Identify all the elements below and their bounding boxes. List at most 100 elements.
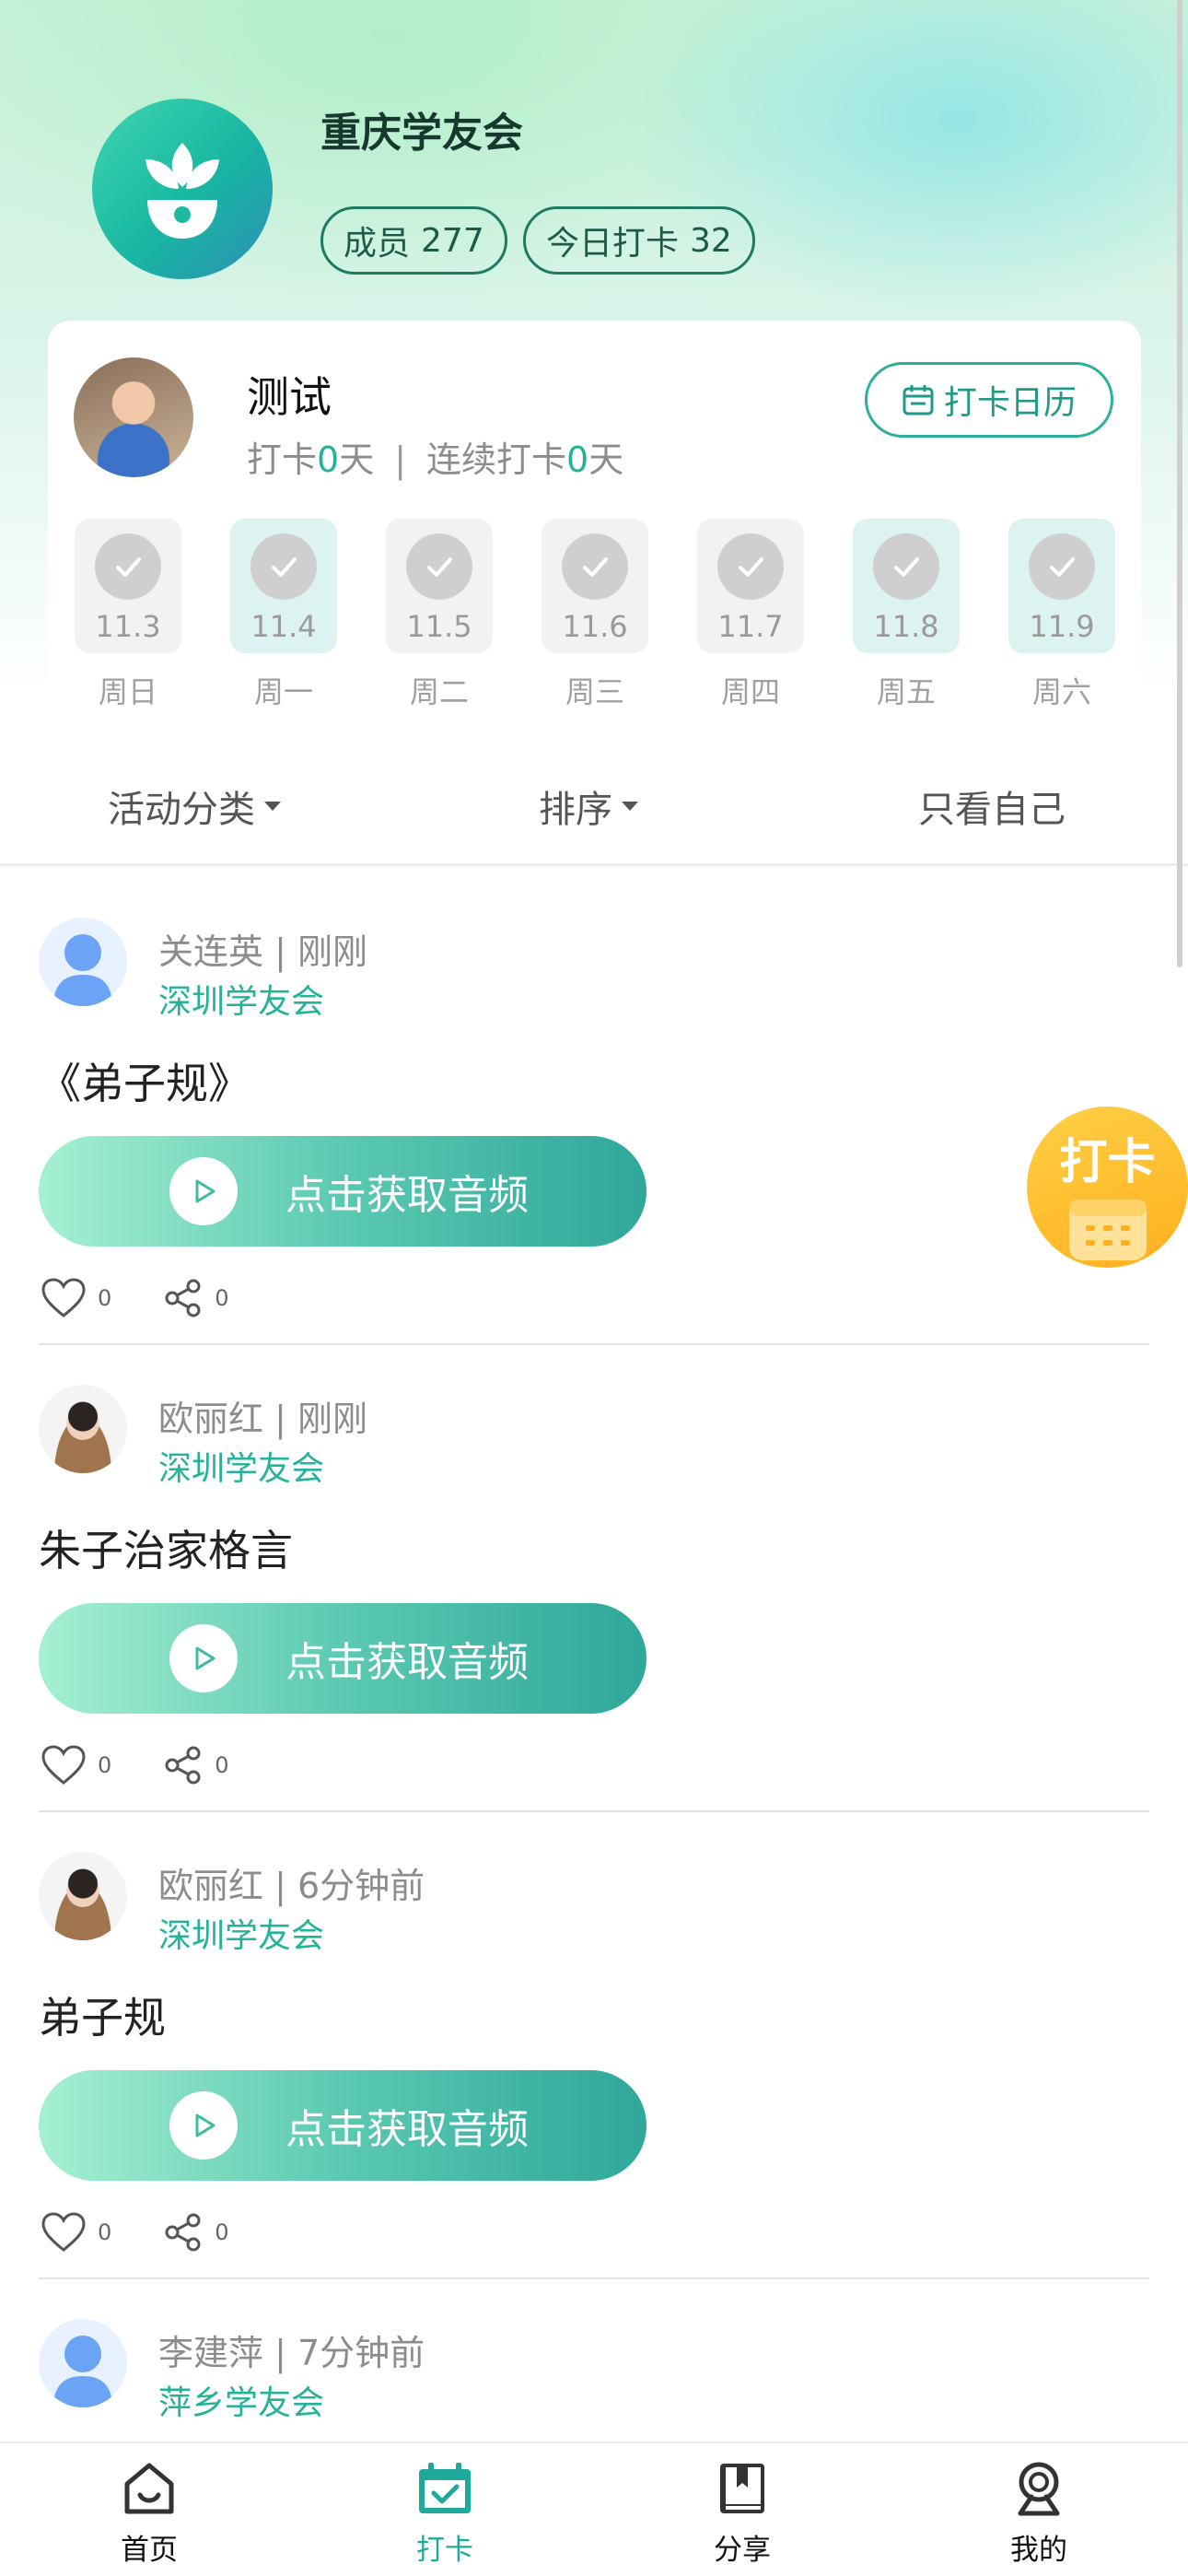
post-author-line: 欧丽红 | 6分钟前 <box>158 1866 425 1906</box>
week-day-date: 11.6 <box>562 609 628 644</box>
like-count: 0 <box>98 1285 112 1311</box>
share-count: 0 <box>215 1285 229 1311</box>
default-avatar-icon <box>53 934 112 1006</box>
post-divider <box>39 1810 1149 1812</box>
week-day-3[interactable]: 11.6 <box>542 519 648 653</box>
group-name: 重庆学友会 <box>320 110 523 157</box>
calendar-icon <box>1068 1200 1147 1260</box>
check-icon <box>95 533 161 600</box>
week-day-label: 周六 <box>1031 674 1091 709</box>
today-checkin-count: 32 <box>690 221 732 260</box>
tab-checkin-label: 打卡 <box>416 2534 473 2567</box>
week-day-6[interactable]: 11.9 <box>1008 519 1115 653</box>
week-day-date: 11.5 <box>406 609 472 644</box>
tab-mine[interactable]: 我的 <box>965 2460 1112 2568</box>
caret-down-icon <box>622 802 638 811</box>
bottom-tab-bar: 首页 打卡 分享 我的 <box>0 2441 1188 2576</box>
user-checkin-stats: 打卡0天 | 连续打卡0天 <box>247 431 623 482</box>
filter-divider <box>0 863 1188 866</box>
get-audio-label: 点击获取音频 <box>285 1172 529 1219</box>
streak-days-unit: 天 <box>588 439 624 480</box>
get-audio-button[interactable]: 点击获取音频 <box>39 1136 646 1247</box>
post-author-line: 欧丽红 | 刚刚 <box>158 1399 367 1439</box>
sort-filter[interactable]: 排序 <box>539 779 638 833</box>
tab-share-label: 分享 <box>714 2534 771 2567</box>
post-title: 弟子规 <box>39 1993 166 2043</box>
week-day-date: 11.8 <box>873 609 939 644</box>
tab-mine-label: 我的 <box>1010 2534 1067 2567</box>
heart-icon[interactable] <box>41 1744 87 1786</box>
post-group-name[interactable]: 深圳学友会 <box>158 975 324 1023</box>
week-day-4[interactable]: 11.7 <box>697 519 804 653</box>
tab-share[interactable]: 分享 <box>669 2460 816 2568</box>
post-divider <box>39 1343 1149 1345</box>
share-icon[interactable] <box>163 2212 204 2253</box>
check-icon <box>406 533 472 600</box>
week-day-0[interactable]: 11.3 <box>75 519 181 653</box>
week-day-label: 周一 <box>253 674 313 709</box>
user-name: 测试 <box>247 372 332 422</box>
streak-days: 0 <box>566 439 589 480</box>
tab-home-label: 首页 <box>121 2534 178 2567</box>
play-icon <box>169 1157 238 1225</box>
members-pill: 成员 277 <box>320 206 507 275</box>
post-author-line: 关连英 | 刚刚 <box>158 931 367 972</box>
week-day-label: 周四 <box>720 674 780 709</box>
today-checkin-pill: 今日打卡 32 <box>523 206 755 275</box>
tab-home[interactable]: 首页 <box>76 2460 223 2568</box>
heart-icon[interactable] <box>41 1277 87 1319</box>
week-day-date: 11.3 <box>95 609 161 644</box>
checkin-calendar-button[interactable]: 打卡日历 <box>865 362 1113 438</box>
stats-separator: | <box>394 439 407 480</box>
week-day-label: 周二 <box>409 674 469 709</box>
share-icon[interactable] <box>163 1278 204 1318</box>
week-day-2[interactable]: 11.5 <box>386 519 493 653</box>
scrollbar[interactable] <box>1177 0 1182 967</box>
share-icon[interactable] <box>163 1745 204 1786</box>
post-group-name[interactable]: 深圳学友会 <box>158 1909 324 1957</box>
members-label: 成员 <box>344 225 411 263</box>
post-author-line: 李建萍 | 7分钟前 <box>158 2333 425 2373</box>
category-filter-label: 活动分类 <box>108 789 255 831</box>
tab-checkin[interactable]: 打卡 <box>371 2460 518 2568</box>
post-divider <box>39 2277 1149 2279</box>
only-mine-label: 只看自己 <box>918 789 1066 831</box>
post-avatar[interactable] <box>39 1385 127 1473</box>
check-icon <box>717 533 784 600</box>
days-unit: 天 <box>339 439 375 480</box>
post-avatar[interactable] <box>39 918 127 1006</box>
checkin-days: 0 <box>317 439 340 480</box>
post-avatar[interactable] <box>39 2319 127 2407</box>
sprout-logo-icon <box>146 143 219 239</box>
week-day-5[interactable]: 11.8 <box>853 519 960 653</box>
caret-down-icon <box>264 802 281 811</box>
post-actions: 0 0 <box>41 1744 281 1786</box>
get-audio-button[interactable]: 点击获取音频 <box>39 2070 646 2181</box>
heart-icon[interactable] <box>41 2211 87 2254</box>
post-avatar[interactable] <box>39 1852 127 1940</box>
today-checkin-label: 今日打卡 <box>546 225 680 263</box>
post-group-name[interactable]: 深圳学友会 <box>158 1442 324 1490</box>
checkin-prefix: 打卡 <box>247 439 318 480</box>
check-icon <box>1029 533 1095 600</box>
get-audio-label: 点击获取音频 <box>285 1639 529 1686</box>
home-icon <box>124 2463 174 2514</box>
post-group-name[interactable]: 萍乡学友会 <box>158 2376 324 2424</box>
category-filter[interactable]: 活动分类 <box>108 779 281 833</box>
book-icon <box>720 2464 764 2513</box>
calendar-check-icon <box>419 2463 471 2513</box>
week-day-date: 11.4 <box>250 609 317 644</box>
calendar-button-label: 打卡日历 <box>943 384 1077 422</box>
week-day-date: 11.9 <box>1029 609 1095 644</box>
get-audio-button[interactable]: 点击获取音频 <box>39 1603 646 1714</box>
week-day-1[interactable]: 11.4 <box>230 519 337 653</box>
play-icon <box>169 1624 238 1692</box>
floating-checkin-label: 打卡 <box>1059 1135 1156 1190</box>
post-actions: 0 0 <box>41 2211 281 2254</box>
calendar-icon <box>903 385 934 416</box>
only-mine-filter[interactable]: 只看自己 <box>918 779 1066 833</box>
user-avatar[interactable] <box>74 357 193 477</box>
floating-checkin-button[interactable]: 打卡 <box>1027 1107 1188 1268</box>
week-day-date: 11.7 <box>717 609 784 644</box>
share-count: 0 <box>215 1752 229 1778</box>
